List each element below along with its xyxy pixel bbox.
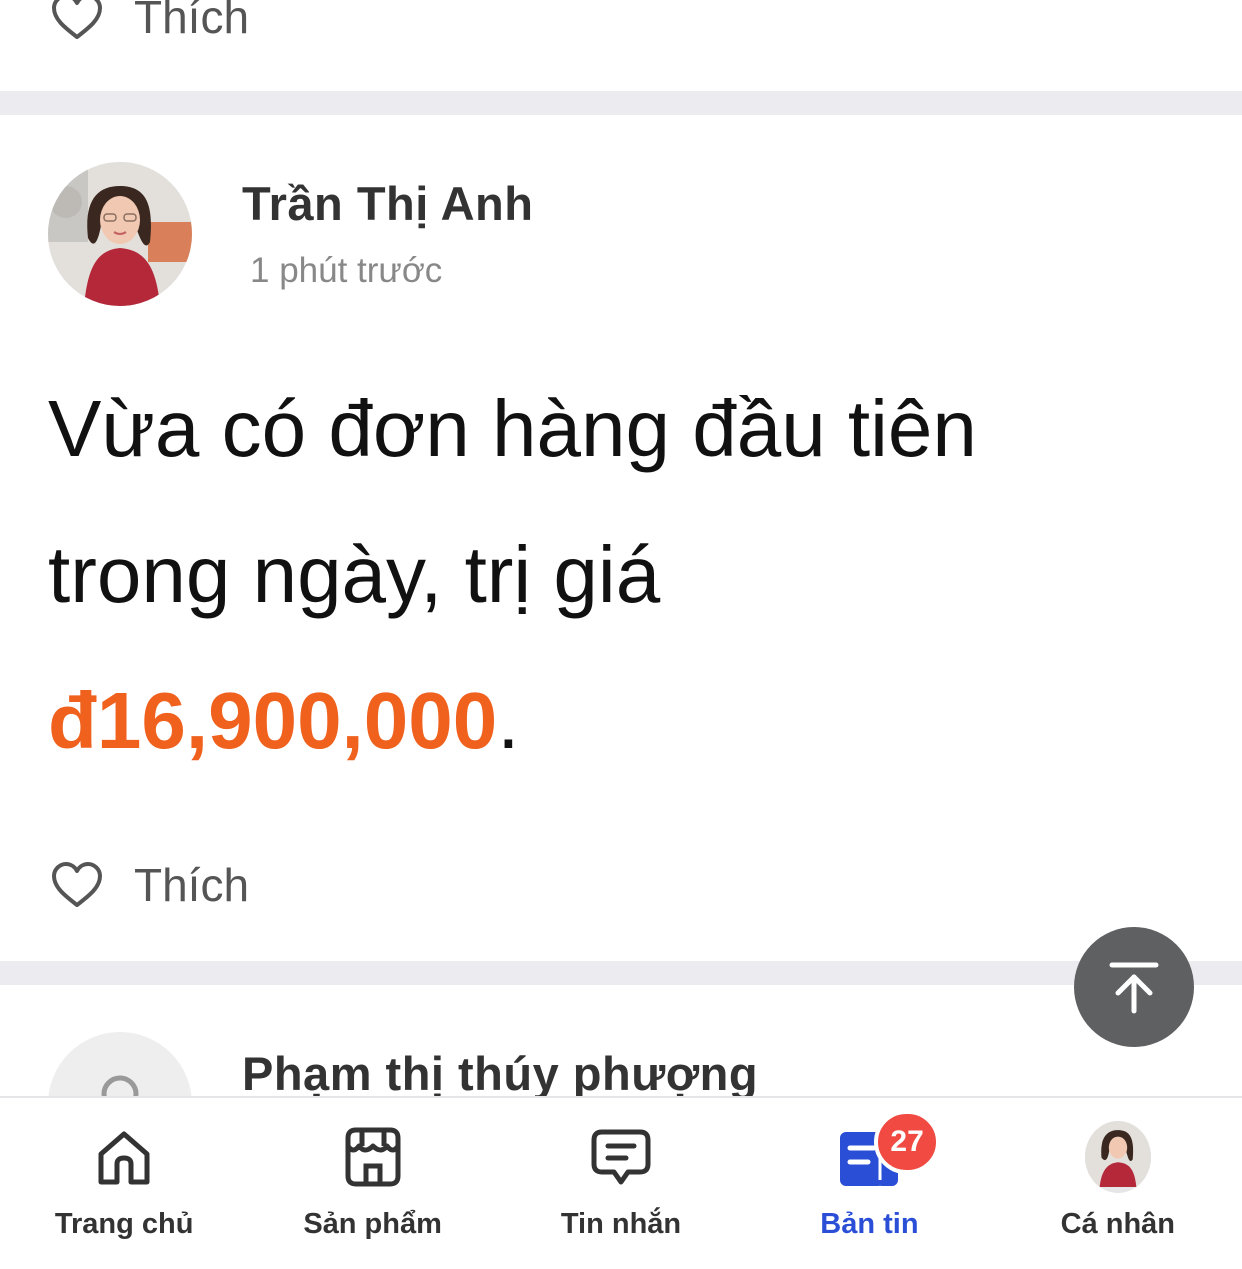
author-name[interactable]: Trần Thị Anh (242, 176, 533, 231)
scroll-to-top-button[interactable] (1074, 927, 1194, 1047)
post-divider (0, 961, 1242, 985)
post-header: Trần Thị Anh 1 phút trước (48, 162, 533, 306)
like-button[interactable]: Thích (50, 858, 249, 912)
post-content: Vừa có đơn hàng đầu tiên trong ngày, trị… (48, 356, 1198, 794)
order-amount-line: đ16,900,000. (48, 648, 1198, 794)
nav-item-home[interactable]: Trang chủ (0, 1098, 248, 1269)
store-icon (345, 1127, 401, 1187)
post-text-line: trong ngày, trị giá (48, 530, 661, 619)
post-timestamp: 1 phút trước (250, 251, 443, 290)
post-divider (0, 91, 1242, 115)
nav-item-products[interactable]: Sản phẩm (248, 1098, 496, 1269)
news-feed-screen: Thích Trần Thị Anh 1 phút trước Vừa có đ… (0, 0, 1242, 1269)
profile-avatar (1084, 1121, 1151, 1193)
nav-label: Cá nhân (1060, 1208, 1176, 1240)
nav-item-profile[interactable]: Cá nhân (994, 1098, 1242, 1269)
post-text-line: Vừa có đơn hàng đầu tiên (48, 384, 977, 473)
heart-icon (52, 0, 102, 39)
like-label: Thích (134, 0, 250, 43)
nav-item-news[interactable]: 27 Bản tin (745, 1098, 993, 1269)
author-avatar[interactable] (48, 162, 192, 306)
nav-label: Bản tin (820, 1208, 919, 1240)
like-button[interactable]: Thích (50, 0, 249, 44)
bottom-navigation: Trang chủ Sản phẩm Tin nhắn 27 Bản tin C… (0, 1096, 1242, 1269)
order-amount: đ16,900,000 (48, 676, 498, 765)
heart-icon (52, 862, 102, 907)
nav-label: Trang chủ (54, 1208, 194, 1240)
home-icon (98, 1131, 150, 1185)
nav-label: Tin nhắn (560, 1208, 682, 1240)
nav-label: Sản phẩm (303, 1208, 442, 1240)
message-icon (591, 1129, 651, 1185)
nav-item-messages[interactable]: Tin nhắn (497, 1098, 745, 1269)
notification-badge: 27 (874, 1110, 940, 1174)
like-label: Thích (134, 859, 250, 911)
amount-period: . (497, 676, 520, 765)
arrow-up-to-top-icon (1109, 962, 1159, 1014)
